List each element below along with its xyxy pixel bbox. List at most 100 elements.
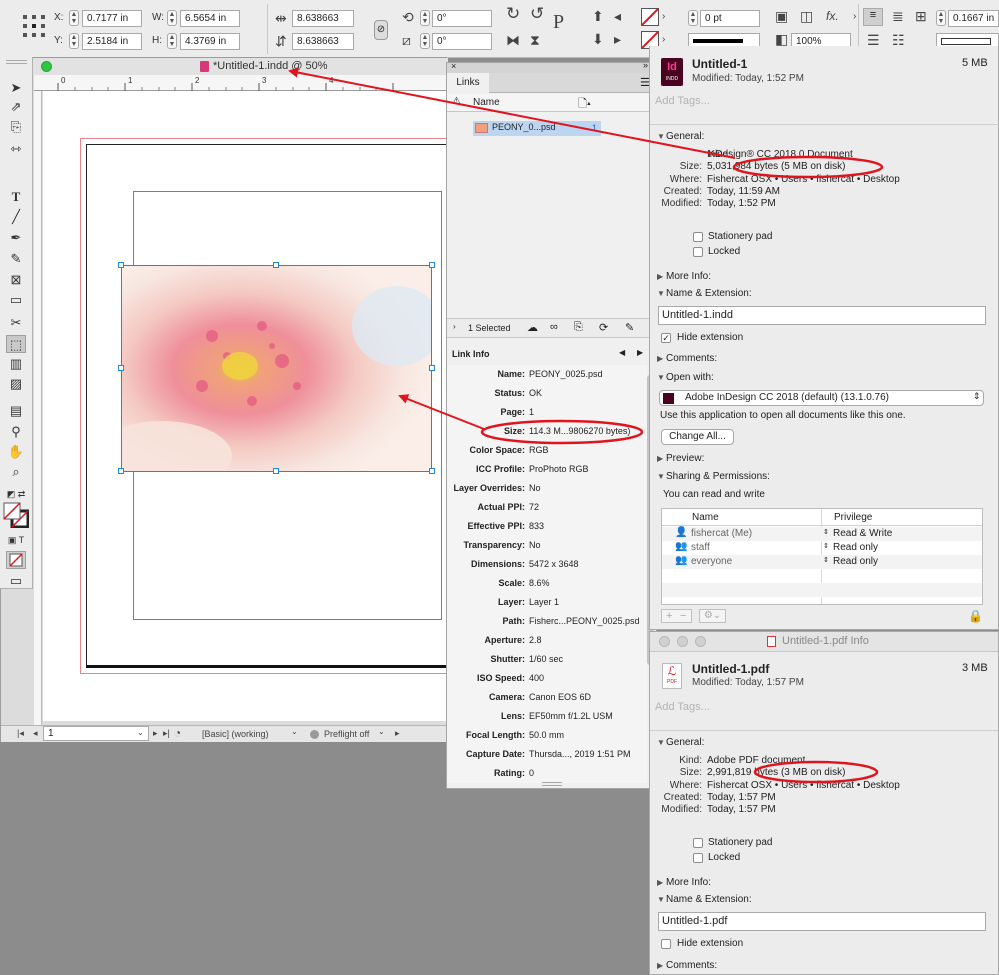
next-link-icon[interactable]: ▶ [637, 348, 643, 357]
resize-handle[interactable] [429, 262, 435, 268]
link-row[interactable]: PEONY_0...psd [473, 121, 601, 136]
offset-field[interactable]: 0.1667 in [948, 10, 999, 27]
pasteboard[interactable] [43, 91, 450, 721]
stroke-weight-stepper[interactable]: ▲ ▼ [688, 10, 698, 26]
rectangle-tool-icon[interactable]: ▭ [6, 291, 26, 309]
y-stepper[interactable]: ▲ ▼ [69, 33, 79, 49]
stroke-weight-field[interactable]: 0 pt [700, 10, 760, 27]
name-column-header[interactable]: Name [473, 97, 500, 108]
locked-checkbox[interactable] [693, 853, 703, 863]
tab-links[interactable]: Links [447, 73, 489, 93]
perm-privilege[interactable]: Read & Write [833, 528, 892, 539]
stationery-checkbox[interactable] [693, 838, 703, 848]
flip-vertical-icon[interactable]: ⧗ [530, 32, 540, 48]
last-page-icon[interactable]: ▸| [163, 728, 170, 739]
gradient-swatch-tool-icon[interactable]: ▥ [6, 355, 26, 373]
rectangle-frame-tool-icon[interactable]: ⊠ [6, 271, 26, 289]
effects-icon[interactable]: ◫ [800, 8, 813, 24]
relink-icon[interactable]: ∞ [550, 321, 558, 333]
image-frame[interactable] [121, 265, 432, 472]
first-page-icon[interactable]: |◂ [17, 728, 24, 739]
fx-menu-icon[interactable]: › [853, 9, 856, 25]
resize-handle[interactable] [118, 262, 124, 268]
gradient-feather-tool-icon[interactable]: ▨ [6, 375, 26, 393]
panel-grip[interactable] [6, 60, 27, 64]
drop-shadow-icon[interactable]: ▣ [775, 8, 788, 24]
edit-original-icon[interactable]: ✎ [625, 321, 634, 334]
resize-grip[interactable] [542, 782, 562, 786]
page-column-icon[interactable]: 🗋▴ [578, 95, 591, 114]
close-icon[interactable]: × [451, 61, 456, 71]
name-field[interactable]: Untitled-1.pdf [658, 912, 986, 931]
profile-label[interactable]: [Basic] (working) [202, 729, 269, 739]
cloud-icon[interactable]: ☁ [527, 321, 538, 334]
change-all-button[interactable]: Change All... [661, 429, 734, 445]
perm-privilege[interactable]: Read only [833, 556, 878, 567]
line-tool-icon[interactable]: ╱ [6, 208, 26, 226]
locked-checkbox[interactable] [693, 247, 703, 257]
more-info-section[interactable]: ▶ More Info: [657, 877, 711, 888]
hide-extension-checkbox[interactable]: ✓ [661, 333, 671, 343]
stationery-checkbox[interactable] [693, 232, 703, 242]
apply-none-icon[interactable] [6, 551, 26, 569]
fx-icon[interactable]: fx. [826, 8, 839, 24]
perm-row[interactable]: 👤 fishercat (Me) ⇕ Read & Write [662, 527, 982, 541]
close-button-icon[interactable] [659, 636, 670, 647]
x-stepper[interactable]: ▲ ▼ [69, 10, 79, 26]
open-with-section[interactable]: ▼Open with: [657, 372, 714, 383]
h-stepper[interactable]: ▲ ▼ [167, 33, 177, 49]
perm-privilege[interactable]: Read only [833, 542, 878, 553]
resize-handle[interactable] [118, 468, 124, 474]
w-field[interactable]: 6.5654 in [180, 10, 240, 27]
zoom-tool-icon[interactable]: ⌕ [6, 463, 26, 481]
select-content-icon[interactable]: ⬇ [592, 31, 604, 47]
name-ext-section[interactable]: ▼Name & Extension: [657, 288, 752, 299]
screen-mode-icon[interactable]: ▭ [6, 572, 26, 590]
lock-icon[interactable]: 🔒 [968, 609, 983, 623]
gap-tool-icon[interactable]: ⇿ [6, 140, 26, 158]
text-wrap-icon[interactable]: ⊞ [915, 8, 927, 24]
indd-tags-field[interactable]: Add Tags... [655, 95, 710, 107]
hide-extension-checkbox[interactable] [661, 939, 671, 949]
add-icon[interactable]: + [666, 610, 672, 622]
pencil-tool-icon[interactable]: ✎ [6, 250, 26, 268]
action-menu-icon[interactable]: ⚙⌄ [699, 609, 726, 623]
resize-handle[interactable] [273, 468, 279, 474]
next-page-icon[interactable]: ▸ [153, 728, 158, 739]
perm-row[interactable]: 👥 everyone ⇕ Read only [662, 555, 982, 569]
scale-x-field[interactable]: 8.638663 [292, 10, 354, 27]
resize-handle[interactable] [429, 365, 435, 371]
more-info-section[interactable]: ▶ More Info: [657, 271, 711, 282]
rotate-stepper[interactable]: ▲ ▼ [420, 10, 430, 26]
select-next-icon[interactable]: ▸ [614, 31, 621, 47]
prev-page-icon[interactable]: ◂ [33, 728, 38, 739]
fill-menu-icon[interactable]: › [662, 9, 665, 25]
pen-tool-icon[interactable]: ✒ [6, 229, 26, 247]
comments-section[interactable]: ▶ Comments: [657, 960, 717, 971]
horizontal-ruler[interactable]: 0 1 2 3 4 [34, 75, 448, 91]
shear-stepper[interactable]: ▲ ▼ [420, 33, 430, 49]
page-field[interactable]: 1 [43, 726, 149, 741]
shear-field[interactable]: 0° [432, 33, 492, 50]
page-menu-icon[interactable]: ⌄ [137, 728, 144, 737]
type-tool-icon[interactable]: T [6, 188, 26, 206]
offset-stepper[interactable]: ▲ ▼ [936, 10, 946, 26]
perm-col-name[interactable]: Name [692, 512, 719, 523]
perm-row[interactable]: 👥 staff ⇕ Read only [662, 541, 982, 555]
direct-selection-tool-icon[interactable]: ⇗ [6, 98, 26, 116]
selection-tool-icon[interactable]: ➤ [6, 79, 26, 97]
go-to-link-icon[interactable]: ⎘ [574, 321, 583, 334]
eyedropper-tool-icon[interactable]: ⚲ [6, 423, 26, 441]
info-disclosure-icon[interactable]: › [453, 322, 456, 331]
collapse-icon[interactable]: » [643, 60, 648, 70]
y-field[interactable]: 2.5184 in [82, 33, 142, 50]
constrain-proportions-icon[interactable]: ⊘ [374, 20, 388, 40]
status-menu-icon[interactable]: ▸ [395, 728, 400, 739]
fill-swatch-icon[interactable] [641, 8, 659, 26]
hand-tool-icon[interactable]: ✋ [6, 443, 26, 461]
resize-handle[interactable] [273, 262, 279, 268]
name-ext-section[interactable]: ▼Name & Extension: [657, 894, 752, 905]
zoom-button-icon[interactable] [41, 61, 52, 72]
preflight-label[interactable]: Preflight off [324, 729, 369, 739]
scissors-tool-icon[interactable]: ✂ [6, 314, 26, 332]
